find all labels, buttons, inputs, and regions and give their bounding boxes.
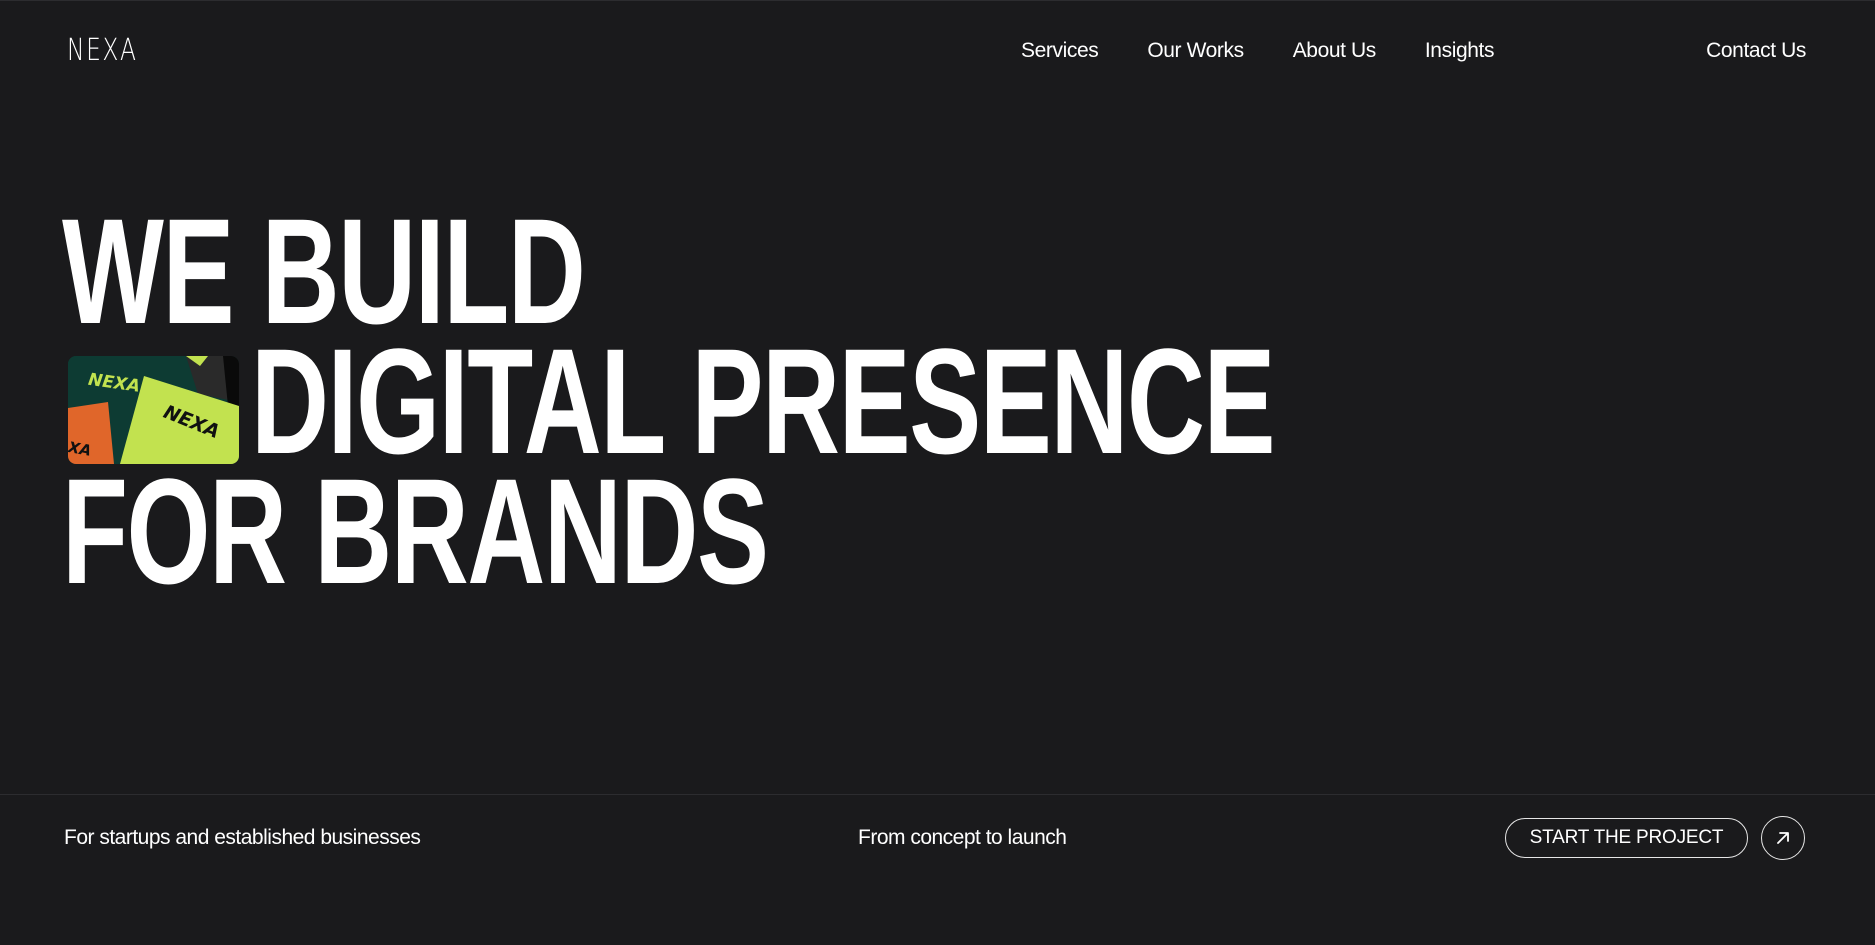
tagline-process: From concept to launch <box>858 826 1067 849</box>
brand-cards-image: NEXA NEXA XA <box>68 356 239 464</box>
nav-item-about-us[interactable]: About Us <box>1293 37 1377 65</box>
hero-line-3: FOR BRANDS <box>62 447 769 615</box>
nav-item-insights[interactable]: Insights <box>1425 37 1495 65</box>
main-nav: Services Our Works About Us Insights <box>1021 37 1494 65</box>
footer-divider <box>0 794 1875 795</box>
brand-cards-illustration: NEXA NEXA XA <box>68 356 239 464</box>
start-project-label: START THE PROJECT <box>1529 827 1724 848</box>
nav-item-services[interactable]: Services <box>1021 37 1099 65</box>
landing-page: NEXA Services Our Works About Us Insight… <box>0 0 1875 945</box>
brand-logo[interactable]: NEXA <box>67 33 138 69</box>
thumb-text-3: XA <box>68 438 93 460</box>
start-project-arrow-button[interactable] <box>1761 816 1805 860</box>
contact-us-link[interactable]: Contact Us <box>1706 37 1806 65</box>
tagline-audience: For startups and established businesses <box>64 826 421 849</box>
nav-item-our-works[interactable]: Our Works <box>1147 37 1244 65</box>
hero-heading: WE BUILD DIGITAL PRESENCE FOR BRANDS NEX… <box>62 196 1276 615</box>
arrow-up-right-icon <box>1777 832 1789 844</box>
start-project-button[interactable]: START THE PROJECT <box>1505 818 1748 858</box>
